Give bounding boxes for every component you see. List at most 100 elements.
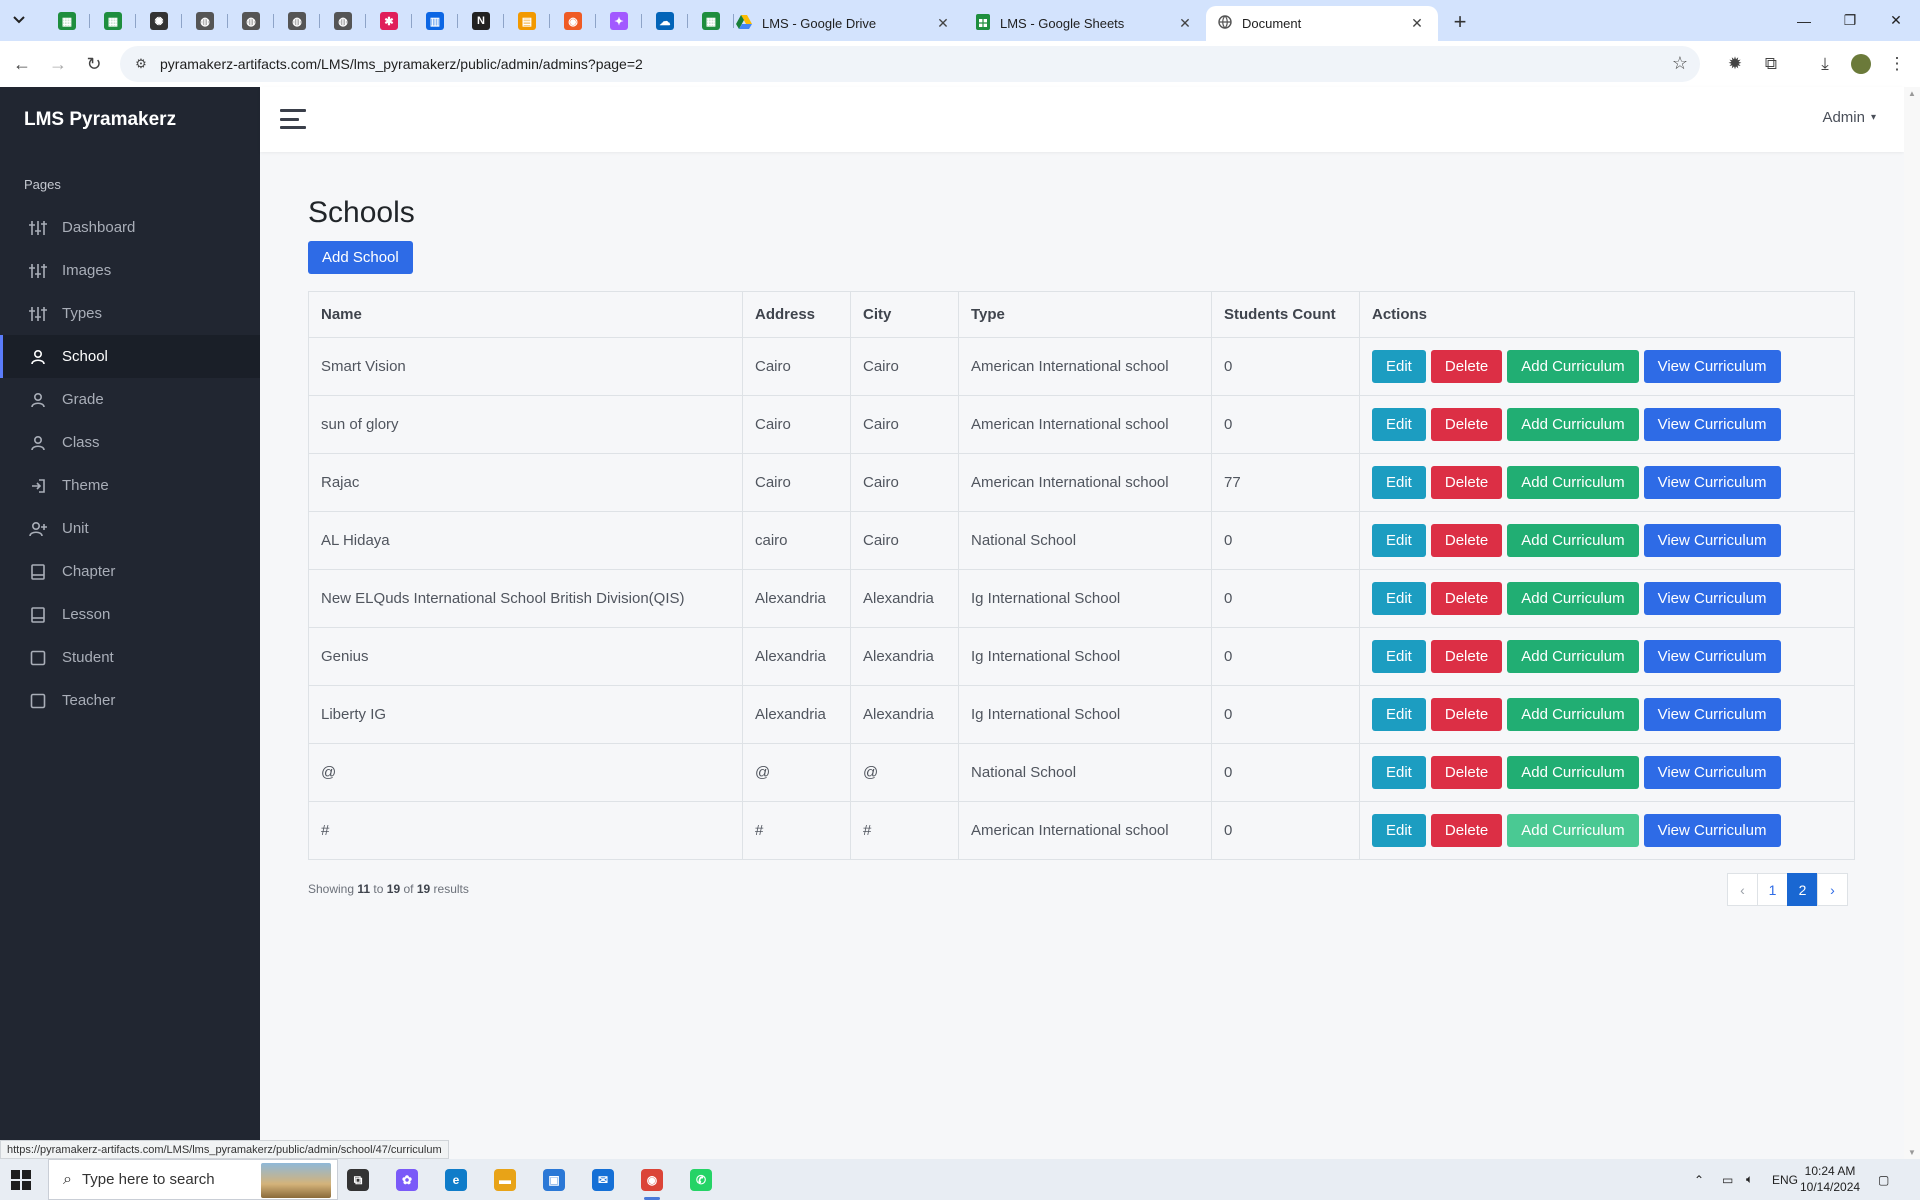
pinned-tab[interactable]: N [458,6,504,36]
view-curriculum-button[interactable]: View Curriculum [1643,814,1781,847]
hamburger-menu-icon[interactable] [280,106,306,132]
view-curriculum-button[interactable]: View Curriculum [1643,524,1781,557]
sidebar-item-unit[interactable]: Unit [0,507,260,550]
taskbar-search[interactable]: ⌕ Type here to search [48,1159,338,1200]
address-bar[interactable]: ⚙ pyramakerz-artifacts.com/LMS/lms_pyram… [120,46,1700,82]
edit-button[interactable]: Edit [1372,350,1426,383]
windows-start-icon[interactable] [8,1167,34,1193]
edit-button[interactable]: Edit [1372,524,1426,557]
forward-arrow-icon[interactable]: → [44,50,72,78]
network-icon[interactable]: ▭ [1722,1159,1733,1200]
pinned-tab[interactable]: ◍ [182,6,228,36]
delete-button[interactable]: Delete [1430,466,1503,499]
close-icon[interactable]: ✕ [1408,15,1426,33]
sidebar-item-chapter[interactable]: Chapter [0,550,260,593]
reload-icon[interactable]: ↻ [80,50,108,78]
add-curriculum-button[interactable]: Add Curriculum [1507,756,1639,789]
add-curriculum-button[interactable]: Add Curriculum [1507,524,1639,557]
pinned-tab[interactable]: ✺ [136,6,182,36]
close-icon[interactable]: ✕ [934,15,952,33]
pinned-tab[interactable]: ◉ [550,6,596,36]
add-curriculum-button[interactable]: Add Curriculum [1507,466,1639,499]
sidebar-item-lesson[interactable]: Lesson [0,593,260,636]
delete-button[interactable]: Delete [1430,640,1503,673]
task-view-taskbar-button[interactable]: ⧉ [340,1164,376,1196]
pagination-next[interactable]: › [1817,873,1848,906]
sidebar-item-theme[interactable]: Theme [0,464,260,507]
pinned-tab[interactable]: ✦ [596,6,642,36]
edit-button[interactable]: Edit [1372,814,1426,847]
add-curriculum-button[interactable]: Add Curriculum [1507,582,1639,615]
site-info-icon[interactable]: ⚙ [126,49,156,79]
sidebar-item-school[interactable]: School [0,335,260,378]
sidebar-item-grade[interactable]: Grade [0,378,260,421]
download-icon[interactable]: ⤓ [1811,50,1839,78]
user-menu[interactable]: Admin ▾ [1822,109,1876,126]
language-indicator[interactable]: ENG [1772,1159,1798,1200]
add-curriculum-button[interactable]: Add Curriculum [1507,408,1639,441]
tab-document[interactable]: Document ✕ [1206,6,1438,41]
restore-icon[interactable]: ❐ [1827,0,1873,41]
view-curriculum-button[interactable]: View Curriculum [1643,640,1781,673]
sidebar-item-dashboard[interactable]: Dashboard [0,206,260,249]
window-close-icon[interactable]: ✕ [1873,0,1919,41]
edit-button[interactable]: Edit [1372,640,1426,673]
sidebar-item-images[interactable]: Images [0,249,260,292]
bookmark-star-icon[interactable]: ☆ [1672,53,1688,74]
edge-taskbar-button[interactable]: e [438,1164,474,1196]
delete-button[interactable]: Delete [1430,698,1503,731]
add-curriculum-button[interactable]: Add Curriculum [1507,814,1639,847]
pinned-tab[interactable]: ✱ [366,6,412,36]
view-curriculum-button[interactable]: View Curriculum [1643,408,1781,441]
volume-icon[interactable]: 🔈︎ [1746,1159,1753,1200]
copilot-taskbar-button[interactable]: ✿ [389,1164,425,1196]
store-taskbar-button[interactable]: ▣ [536,1164,572,1196]
view-curriculum-button[interactable]: View Curriculum [1643,698,1781,731]
add-school-button[interactable]: Add School [308,241,413,274]
edit-button[interactable]: Edit [1372,756,1426,789]
scroll-up-icon[interactable]: ▲ [1908,89,1916,98]
sidebar-item-student[interactable]: Student [0,636,260,679]
minimize-icon[interactable]: — [1781,0,1827,41]
pagination-page-1[interactable]: 1 [1757,873,1788,906]
view-curriculum-button[interactable]: View Curriculum [1643,582,1781,615]
pinned-tab[interactable]: ◍ [274,6,320,36]
edit-button[interactable]: Edit [1372,466,1426,499]
edit-button[interactable]: Edit [1372,582,1426,615]
edit-button[interactable]: Edit [1372,408,1426,441]
view-curriculum-button[interactable]: View Curriculum [1643,466,1781,499]
back-arrow-icon[interactable]: ← [8,50,36,78]
profile-avatar[interactable] [1847,50,1875,78]
extension-bug-icon[interactable]: ✹ [1721,50,1749,78]
add-curriculum-button[interactable]: Add Curriculum [1507,698,1639,731]
extensions-puzzle-icon[interactable]: ⧉ [1757,50,1785,78]
add-curriculum-button[interactable]: Add Curriculum [1507,350,1639,383]
tab-google-sheets[interactable]: LMS - Google Sheets ✕ [964,6,1206,41]
delete-button[interactable]: Delete [1430,814,1503,847]
delete-button[interactable]: Delete [1430,582,1503,615]
tray-chevron-up-icon[interactable]: ⌃ [1694,1159,1704,1200]
whatsapp-taskbar-button[interactable]: ✆ [683,1164,719,1196]
sidebar-item-types[interactable]: Types [0,292,260,335]
pinned-tab[interactable]: ◍ [228,6,274,36]
brand-title[interactable]: LMS Pyramakerz [24,109,176,131]
system-clock[interactable]: 10:24 AM 10/14/2024 [1800,1163,1860,1195]
tab-search-chevron-icon[interactable] [6,7,32,33]
page-scrollbar[interactable]: ▲ ▼ [1904,87,1920,1159]
pinned-tab[interactable]: ☁ [642,6,688,36]
chrome-taskbar-button[interactable]: ◉ [634,1164,670,1200]
pinned-tab[interactable]: ▦ [90,6,136,36]
sidebar-item-class[interactable]: Class [0,421,260,464]
notifications-icon[interactable]: ▢ [1878,1159,1889,1200]
edit-button[interactable]: Edit [1372,698,1426,731]
close-icon[interactable]: ✕ [1176,15,1194,33]
tab-google-drive[interactable]: LMS - Google Drive ✕ [724,6,964,41]
delete-button[interactable]: Delete [1430,350,1503,383]
pinned-tab[interactable]: ▦ [44,6,90,36]
pinned-tab[interactable]: ◍ [320,6,366,36]
add-curriculum-button[interactable]: Add Curriculum [1507,640,1639,673]
scroll-down-icon[interactable]: ▼ [1908,1148,1916,1157]
pinned-tab[interactable]: ▤ [504,6,550,36]
file-explorer-taskbar-button[interactable]: ▬ [487,1164,523,1196]
mail-taskbar-button[interactable]: ✉ [585,1164,621,1196]
